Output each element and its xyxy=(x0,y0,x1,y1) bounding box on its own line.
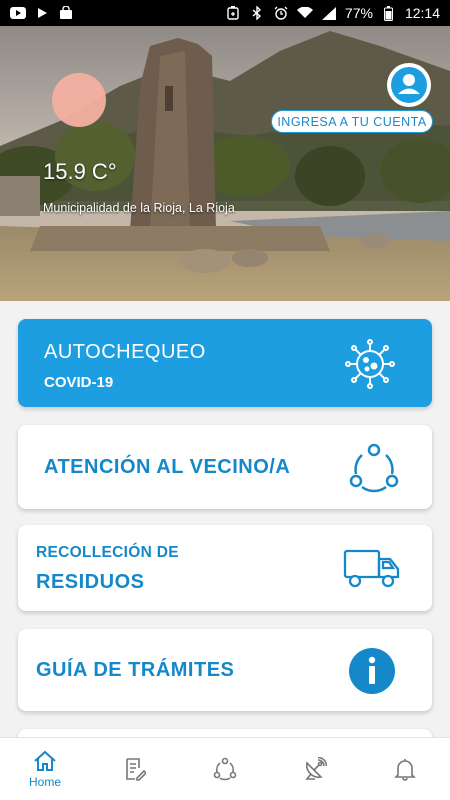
waste-collection-card[interactable]: RECOLLECIÓN DE RESIDUOS xyxy=(18,525,432,611)
play-icon xyxy=(34,6,50,20)
neighbor-card-title: ATENCIÓN AL VECINO/A xyxy=(44,456,291,478)
account-avatar-button[interactable] xyxy=(387,63,431,107)
signal-icon xyxy=(321,6,337,20)
share-network-icon xyxy=(348,441,400,493)
covid-card-title: AUTOCHEQUEO xyxy=(44,341,206,363)
shopping-bag-icon xyxy=(58,6,74,20)
location-label: Municipalidad de la Rioja, La Rioja xyxy=(43,201,235,215)
youtube-icon xyxy=(10,6,26,20)
info-icon xyxy=(348,647,396,695)
battery-saver-icon xyxy=(225,6,241,20)
bell-icon xyxy=(394,759,416,781)
weather-sun-icon xyxy=(52,73,106,127)
user-icon xyxy=(391,67,427,103)
waste-card-title-line1: RECOLLECIÓN DE xyxy=(36,544,179,561)
nav-home[interactable]: Home xyxy=(0,738,90,800)
bottom-navigation: Home xyxy=(0,737,450,800)
nav-documents[interactable] xyxy=(90,738,180,800)
satellite-dish-icon xyxy=(305,757,327,780)
procedures-guide-card[interactable]: GUÍA DE TRÁMITES xyxy=(18,629,432,711)
clock: 12:14 xyxy=(404,5,440,21)
document-edit-icon xyxy=(126,758,146,781)
temperature-label: 15.9 C° xyxy=(43,159,117,184)
procedures-card-title: GUÍA DE TRÁMITES xyxy=(36,659,235,681)
covid-card-subtitle: COVID-19 xyxy=(44,374,114,391)
login-button[interactable]: INGRESA A TU CUENTA xyxy=(271,110,433,133)
status-right-icons: 77% 12:14 xyxy=(225,5,440,21)
home-icon xyxy=(34,750,56,771)
truck-icon xyxy=(342,545,402,591)
status-left-icons xyxy=(10,6,74,20)
virus-icon xyxy=(344,338,396,390)
neighbor-attention-card[interactable]: ATENCIÓN AL VECINO/A xyxy=(18,425,432,509)
covid-selfcheck-card[interactable]: AUTOCHEQUEO COVID-19 xyxy=(18,319,432,407)
status-bar: 77% 12:14 xyxy=(0,0,450,26)
hero-banner: 15.9 C° Municipalidad de la Rioja, La Ri… xyxy=(0,26,450,301)
bluetooth-icon xyxy=(249,6,265,20)
battery-percent: 77% xyxy=(344,5,373,21)
nav-satellite[interactable] xyxy=(270,738,360,800)
nav-notifications[interactable] xyxy=(360,738,450,800)
nav-network[interactable] xyxy=(180,738,270,800)
share-network-icon xyxy=(213,757,237,781)
alarm-icon xyxy=(273,6,289,20)
battery-icon xyxy=(381,5,397,21)
waste-card-title-line2: RESIDUOS xyxy=(36,571,145,593)
wifi-icon xyxy=(296,6,313,20)
nav-home-label: Home xyxy=(28,774,61,789)
